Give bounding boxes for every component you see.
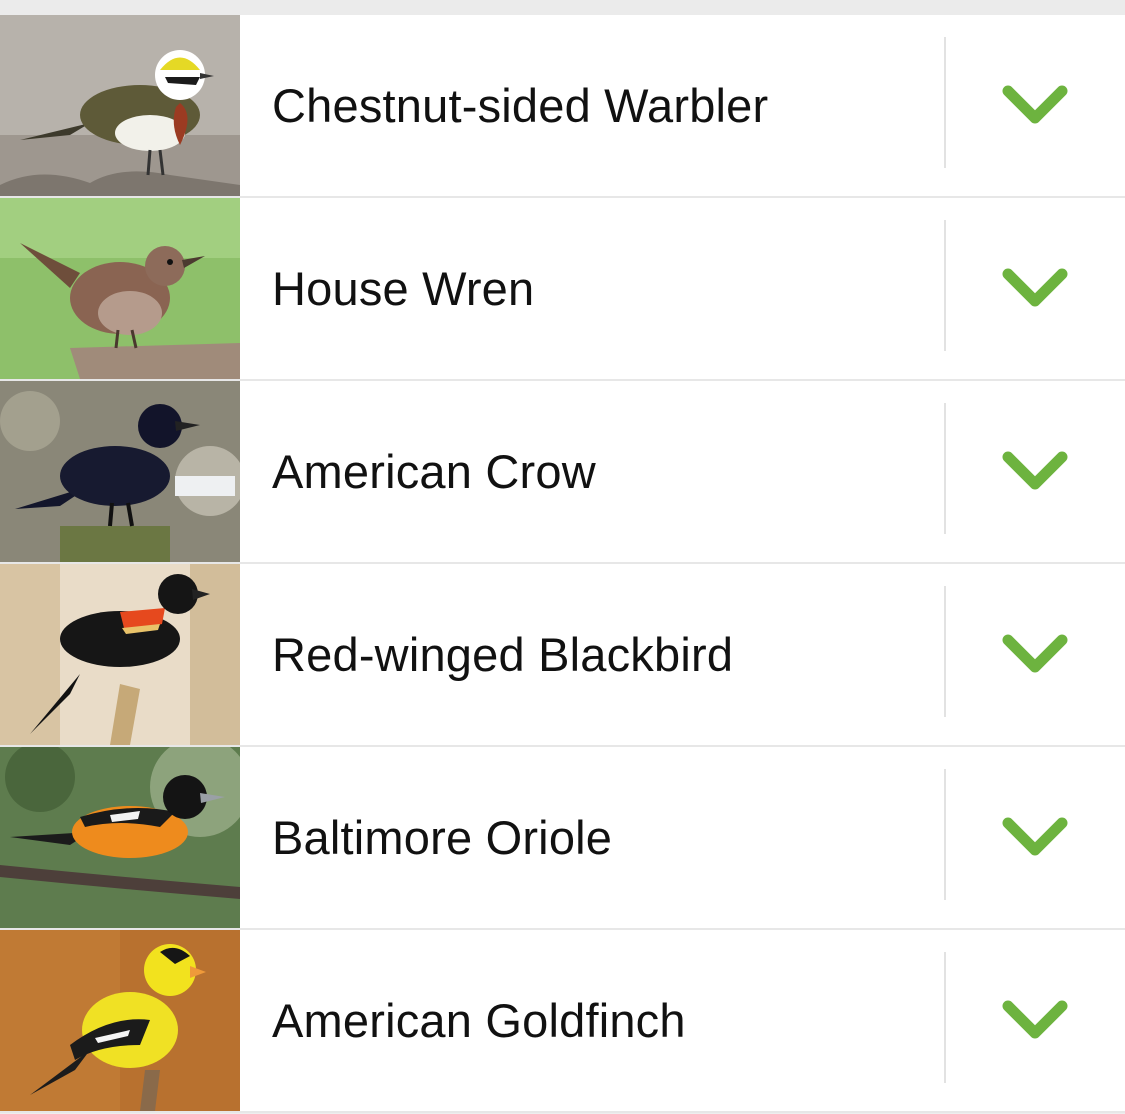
species-row-red-winged-blackbird[interactable]: Red-winged Blackbird <box>0 564 1125 747</box>
bird-photo[interactable] <box>0 198 240 379</box>
chevron-down-icon[interactable] <box>1000 264 1070 314</box>
species-name: Chestnut-sided Warbler <box>272 79 769 132</box>
divider <box>944 403 946 534</box>
species-name: Baltimore Oriole <box>272 811 613 864</box>
species-name: American Crow <box>272 445 596 498</box>
bird-photo[interactable] <box>0 747 240 928</box>
chevron-down-icon[interactable] <box>1000 630 1070 680</box>
species-row-house-wren[interactable]: House Wren <box>0 198 1125 381</box>
chevron-down-icon[interactable] <box>1000 996 1070 1046</box>
bird-photo[interactable] <box>0 930 240 1111</box>
chevron-down-icon[interactable] <box>1000 813 1070 863</box>
species-list: Chestnut-sided Warbler House Wren Americ… <box>0 15 1125 1113</box>
divider <box>944 769 946 900</box>
divider <box>944 220 946 351</box>
bird-photo[interactable] <box>0 15 240 196</box>
bird-photo[interactable] <box>0 381 240 562</box>
species-row-american-crow[interactable]: American Crow <box>0 381 1125 564</box>
species-name: American Goldfinch <box>272 994 686 1047</box>
species-row-baltimore-oriole[interactable]: Baltimore Oriole <box>0 747 1125 930</box>
bird-photo[interactable] <box>0 564 240 745</box>
species-row-american-goldfinch[interactable]: American Goldfinch <box>0 930 1125 1113</box>
species-name: House Wren <box>272 262 535 315</box>
divider <box>944 586 946 717</box>
chevron-down-icon[interactable] <box>1000 81 1070 131</box>
divider <box>944 952 946 1083</box>
species-name: Red-winged Blackbird <box>272 628 734 681</box>
species-row-chestnut-sided-warbler[interactable]: Chestnut-sided Warbler <box>0 15 1125 198</box>
top-bar <box>0 0 1125 15</box>
chevron-down-icon[interactable] <box>1000 447 1070 497</box>
divider <box>944 37 946 168</box>
